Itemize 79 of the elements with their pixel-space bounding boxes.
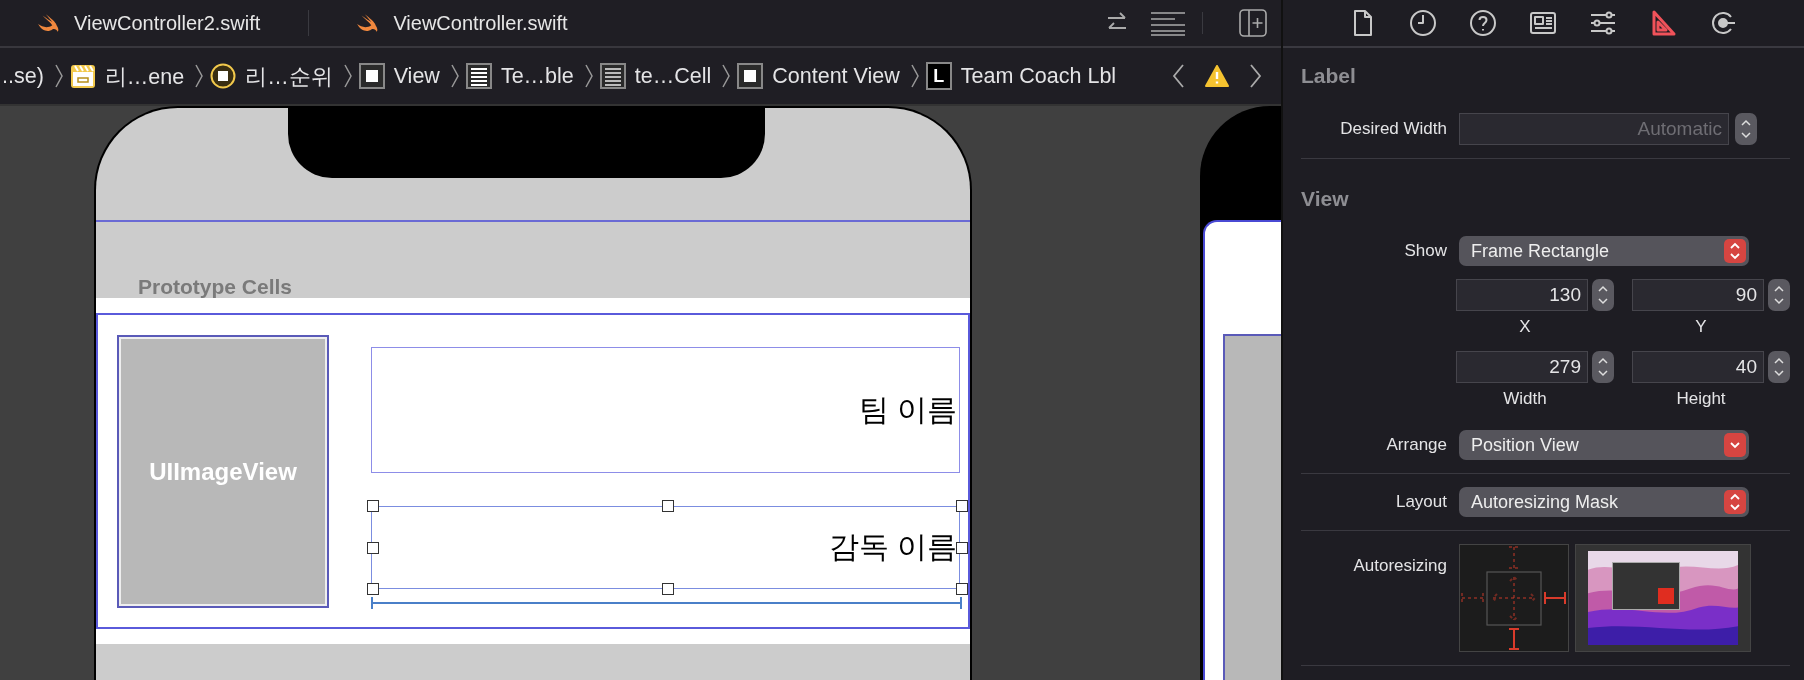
warning-icon[interactable] <box>1205 65 1229 87</box>
popup-menu[interactable]: Autoresizing Mask <box>1459 487 1749 517</box>
up-down-chevrons-icon <box>1597 355 1609 379</box>
resize-handle[interactable] <box>367 583 379 595</box>
breadcrumb-item[interactable]: L Team Coach Lbl <box>925 62 1117 90</box>
number-field[interactable]: 279 <box>1456 351 1588 383</box>
field-caption: Y <box>1695 317 1708 337</box>
resize-handle[interactable] <box>956 541 968 554</box>
help-icon[interactable] <box>1469 9 1497 37</box>
field-label: Autoresizing <box>1352 555 1447 576</box>
label-view[interactable]: 팀 이름 <box>371 347 960 473</box>
connection-icon[interactable] <box>1709 9 1737 37</box>
stepper[interactable] <box>1735 113 1757 145</box>
field-caption: Width <box>1503 389 1548 409</box>
add-editor-icon[interactable] <box>1239 9 1267 37</box>
number-field[interactable]: 130 <box>1456 279 1588 311</box>
view-icon <box>358 63 385 89</box>
id-card-icon[interactable] <box>1529 9 1557 37</box>
chevron-right-icon <box>342 63 353 89</box>
stepper[interactable] <box>1592 351 1614 383</box>
table-cell-prototype[interactable]: UIImageView 팀 이름 감독 이름 <box>96 313 970 629</box>
field-label: Desired Width <box>1339 119 1447 139</box>
clock-icon[interactable] <box>1409 9 1437 37</box>
chevron-right-icon <box>583 63 594 89</box>
chevron-right-icon <box>721 63 732 89</box>
number-field[interactable]: 40 <box>1632 351 1764 383</box>
section-title: View <box>1301 186 1350 212</box>
up-down-chevrons-icon <box>1773 355 1785 379</box>
table-icon <box>599 63 626 89</box>
resize-handle[interactable] <box>956 500 968 512</box>
table-icon <box>465 63 492 89</box>
up-down-chevrons-icon <box>1773 283 1785 307</box>
clapperboard-icon <box>69 63 96 89</box>
resize-handle[interactable] <box>367 500 379 512</box>
chevron-right-icon <box>53 63 64 89</box>
subview-marker <box>1658 588 1674 604</box>
up-down-chevrons-icon <box>1724 490 1746 514</box>
breadcrumb-item[interactable]: te…Cell <box>599 63 712 89</box>
chevron-left-icon[interactable] <box>1171 63 1185 89</box>
field-label: Arrange <box>1385 435 1447 455</box>
label-icon: L <box>925 62 952 90</box>
breadcrumb-item[interactable]: Content View <box>737 63 900 89</box>
up-down-chevrons-icon <box>1740 117 1752 141</box>
chevron-right-icon <box>909 63 920 89</box>
breadcrumb-item[interactable]: 리…순위 <box>210 61 333 91</box>
desired-width-field[interactable]: Automatic <box>1459 113 1729 145</box>
stepper[interactable] <box>1768 279 1790 311</box>
number-field[interactable]: 90 <box>1632 279 1764 311</box>
up-down-chevrons-icon <box>1724 239 1746 263</box>
controller-icon <box>210 63 237 89</box>
resize-handle[interactable] <box>367 541 379 554</box>
field-caption: Height <box>1676 389 1727 409</box>
stepper[interactable] <box>1768 351 1790 383</box>
resize-handle[interactable] <box>661 500 674 512</box>
section-header: Prototype Cells <box>138 274 293 298</box>
breadcrumb-item[interactable]: ...se) <box>0 63 44 89</box>
view-icon <box>737 63 764 89</box>
field-label: Show <box>1403 241 1447 261</box>
resize-handle[interactable] <box>956 583 968 595</box>
chevron-right-icon[interactable] <box>1249 63 1263 89</box>
section-title: Label <box>1301 63 1357 89</box>
up-down-chevrons-icon <box>1597 283 1609 307</box>
chevron-right-icon <box>194 63 205 89</box>
field-label: Layout <box>1394 492 1447 512</box>
label-view[interactable]: 감독 이름 <box>371 506 960 589</box>
sliders-icon[interactable] <box>1589 9 1617 37</box>
stepper[interactable] <box>1592 279 1614 311</box>
chevron-down-icon <box>1724 433 1746 457</box>
editor-tab[interactable]: ViewController2.swift <box>36 11 285 35</box>
breadcrumb-item[interactable]: View <box>358 63 440 89</box>
breadcrumb-item[interactable]: 리…ene <box>69 61 185 91</box>
field-caption: X <box>1519 317 1532 337</box>
text-lines-icon[interactable] <box>1150 10 1186 36</box>
breadcrumb-item[interactable]: Te…ble <box>465 63 574 89</box>
popup-menu[interactable]: Frame Rectangle <box>1459 236 1749 266</box>
editor-tab[interactable]: ViewController.swift <box>355 11 592 35</box>
popup-menu[interactable]: Position View <box>1459 430 1749 460</box>
resize-handle[interactable] <box>661 583 674 595</box>
chevron-right-icon <box>449 63 460 89</box>
